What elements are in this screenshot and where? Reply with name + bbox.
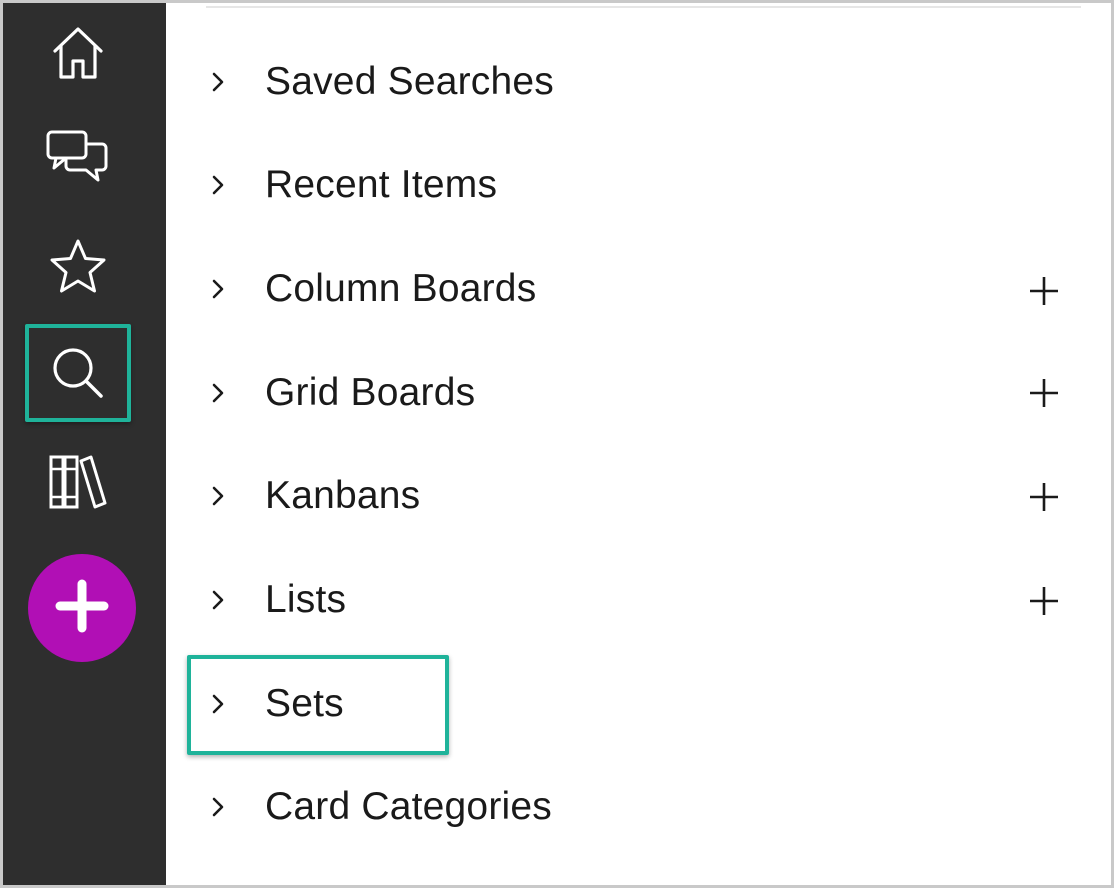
plus-icon: [1028, 377, 1060, 414]
left-icon-rail: [3, 3, 166, 885]
nav-item-label: Column Boards: [265, 267, 537, 310]
nav-item-label: Grid Boards: [265, 371, 476, 414]
home-icon: [47, 21, 109, 83]
nav-item-label: Lists: [265, 578, 347, 621]
plus-icon: [1028, 585, 1060, 622]
nav-item-recent-items[interactable]: Recent Items: [211, 155, 1071, 215]
library-button[interactable]: [25, 433, 131, 531]
add-kanban-button[interactable]: [1024, 479, 1064, 519]
chevron-right-icon: [211, 484, 233, 508]
library-icon: [45, 451, 111, 513]
divider: [206, 6, 1081, 8]
nav-item-label: Sets: [265, 682, 344, 725]
search-icon: [48, 343, 108, 403]
nav-item-label: Card Categories: [265, 785, 552, 828]
plus-icon: [1028, 275, 1060, 312]
chevron-right-icon: [211, 795, 233, 819]
chat-bubbles-icon: [44, 126, 112, 188]
nav-item-lists[interactable]: Lists: [211, 570, 1071, 630]
nav-item-kanbans[interactable]: Kanbans: [211, 466, 1071, 526]
favorites-button[interactable]: [25, 218, 131, 316]
discussions-button[interactable]: [25, 108, 131, 206]
nav-item-label: Kanbans: [265, 474, 421, 517]
nav-item-saved-searches[interactable]: Saved Searches: [211, 52, 1071, 112]
plus-icon: [1028, 481, 1060, 518]
chevron-right-icon: [211, 381, 233, 405]
add-column-board-button[interactable]: [1024, 273, 1064, 313]
nav-item-grid-boards[interactable]: Grid Boards: [211, 363, 1071, 423]
nav-item-sets[interactable]: Sets: [211, 674, 1071, 734]
chevron-right-icon: [211, 173, 233, 197]
add-grid-board-button[interactable]: [1024, 375, 1064, 415]
app-window: Saved Searches Recent Items Column Board…: [0, 0, 1114, 888]
add-list-button[interactable]: [1024, 583, 1064, 623]
navigation-panel: Saved Searches Recent Items Column Board…: [166, 3, 1111, 885]
chevron-right-icon: [211, 692, 233, 716]
chevron-right-icon: [211, 588, 233, 612]
search-button[interactable]: [25, 324, 131, 422]
chevron-right-icon: [211, 277, 233, 301]
home-button[interactable]: [25, 3, 131, 101]
chevron-right-icon: [211, 70, 233, 94]
nav-item-column-boards[interactable]: Column Boards: [211, 259, 1071, 319]
plus-icon: [54, 578, 110, 639]
nav-item-label: Saved Searches: [265, 60, 554, 103]
add-button[interactable]: [28, 554, 136, 662]
star-icon: [47, 236, 109, 298]
nav-item-card-categories[interactable]: Card Categories: [211, 777, 1071, 837]
nav-item-label: Recent Items: [265, 163, 498, 206]
